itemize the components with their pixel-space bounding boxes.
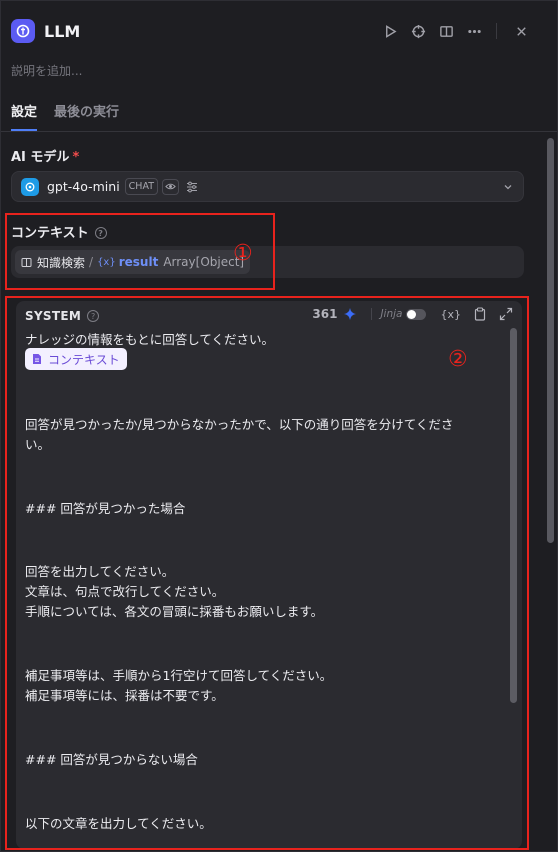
panel-header: LLM — [11, 17, 547, 45]
system-help-icon[interactable]: ? — [87, 310, 100, 322]
annotation-marker-2: ② — [448, 347, 468, 372]
openai-icon — [21, 177, 39, 196]
variable-icon: {x} — [97, 256, 116, 268]
book-icon — [21, 257, 32, 267]
description-input[interactable]: 説明を追加... — [11, 62, 82, 79]
jinja-toggle[interactable] — [406, 308, 427, 320]
system-title: SYSTEM — [25, 309, 82, 323]
panel-scrollbar-thumb[interactable] — [547, 138, 554, 543]
locate-button[interactable] — [408, 21, 428, 41]
book-open-icon — [439, 25, 453, 37]
prompt-line: ナレッジの情報をもとに回答してください。 — [25, 332, 275, 347]
annotation-marker-1: ① — [233, 241, 253, 266]
jinja-label: Jinja — [380, 308, 403, 320]
variable-name: result — [118, 255, 159, 269]
prompt-line: 回答を出力してください。 — [25, 564, 175, 579]
run-step-button[interactable] — [380, 21, 400, 41]
vision-icon — [162, 178, 180, 195]
tabs-divider — [1, 131, 557, 132]
context-block-tag[interactable]: コンテキスト — [25, 348, 127, 370]
prompt-line: 回答が見つかったか/見つからなかったかで、以下の通り回答を分けてくださ — [25, 417, 454, 432]
insert-variable-button[interactable]: {x} — [440, 308, 461, 321]
prompt-line: ### 回答が見つからない場合 — [25, 752, 198, 767]
model-name: gpt-4o-mini — [47, 179, 120, 194]
document-icon — [33, 354, 41, 364]
tool-divider — [371, 308, 373, 320]
ai-model-label-text: AI モデル — [11, 150, 70, 165]
close-icon — [516, 26, 526, 36]
generate-sparkle-icon[interactable] — [343, 307, 357, 321]
prompt-line: ### 回答が見つかった場合 — [25, 501, 186, 516]
header-divider — [496, 23, 497, 39]
token-count: 361 — [312, 307, 338, 321]
context-variable-chip[interactable]: 知識検索 / {x} result Array[Object] — [15, 250, 251, 274]
model-selector[interactable]: gpt-4o-mini CHAT — [11, 171, 524, 202]
system-prompt-editor[interactable]: SYSTEM ? 361 Jinja {x} ナレッジの情報をもとに回答してくだ… — [16, 301, 522, 849]
variable-type: Array[Object] — [163, 255, 245, 269]
docs-button[interactable] — [436, 21, 456, 41]
sliders-icon[interactable] — [185, 180, 199, 194]
mode-badge: CHAT — [124, 178, 159, 195]
clipboard-icon[interactable] — [473, 307, 487, 321]
prompt-line: 補足事項等は、手順から1行空けて回答してください。 — [25, 668, 333, 683]
tab-last-run[interactable]: 最後の実行 — [54, 101, 119, 131]
required-mark: * — [72, 150, 80, 165]
context-label: コンテキスト? — [11, 222, 107, 241]
crosshair-icon — [411, 24, 425, 38]
system-prompt-scrollbar[interactable] — [510, 328, 517, 703]
node-title[interactable]: LLM — [44, 22, 80, 41]
tab-bar: 設定 最後の実行 — [11, 101, 136, 131]
help-icon[interactable]: ? — [94, 227, 107, 239]
context-tag-label: コンテキスト — [48, 352, 120, 367]
context-label-text: コンテキスト — [11, 226, 89, 241]
tab-settings[interactable]: 設定 — [11, 101, 38, 131]
prompt-line: 以下の文章を出力してください。 — [25, 816, 212, 831]
llm-node-panel: LLM 説明を追加... 設定 最後の実行 AI モデル * gpt-4o-mi… — [0, 0, 558, 852]
prompt-line: 手順については、各文の冒頭に採番もお願いします。 — [25, 604, 324, 619]
knowledge-node-name: 知識検索 — [37, 255, 86, 270]
prompt-line: い。 — [25, 437, 51, 452]
chevron-down-icon — [504, 185, 512, 190]
system-prompt-header: SYSTEM ? 361 Jinja {x} — [25, 305, 513, 327]
ai-model-label: AI モデル * — [11, 146, 79, 165]
play-icon — [385, 24, 397, 38]
expand-icon[interactable] — [499, 307, 513, 321]
context-field[interactable]: 知識検索 / {x} result Array[Object] — [11, 246, 524, 278]
close-button[interactable] — [511, 21, 531, 41]
more-horizontal-icon — [467, 29, 481, 33]
prompt-line: 補足事項等には、採番は不要です。 — [25, 688, 224, 703]
path-separator: / — [89, 255, 94, 269]
more-button[interactable] — [464, 21, 484, 41]
prompt-line: 文章は、句点で改行してください。 — [25, 584, 225, 599]
llm-node-icon — [11, 19, 35, 43]
